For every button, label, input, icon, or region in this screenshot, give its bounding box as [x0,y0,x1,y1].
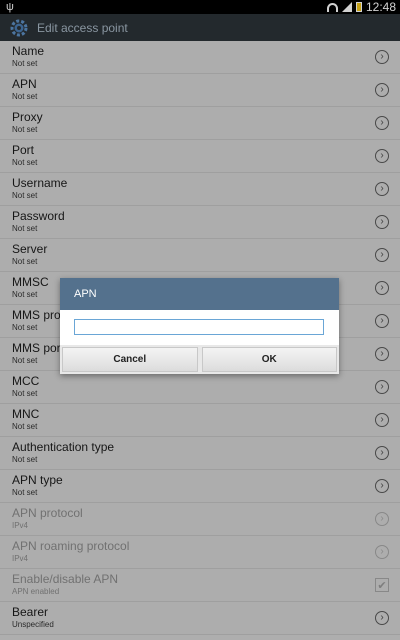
dialog-title: APN [60,278,339,310]
dialog-buttons: Cancel OK [60,345,339,374]
cancel-button[interactable]: Cancel [62,347,198,372]
apn-input[interactable] [74,319,324,335]
ok-button[interactable]: OK [201,347,337,372]
apn-dialog: APN Cancel OK [60,278,339,374]
